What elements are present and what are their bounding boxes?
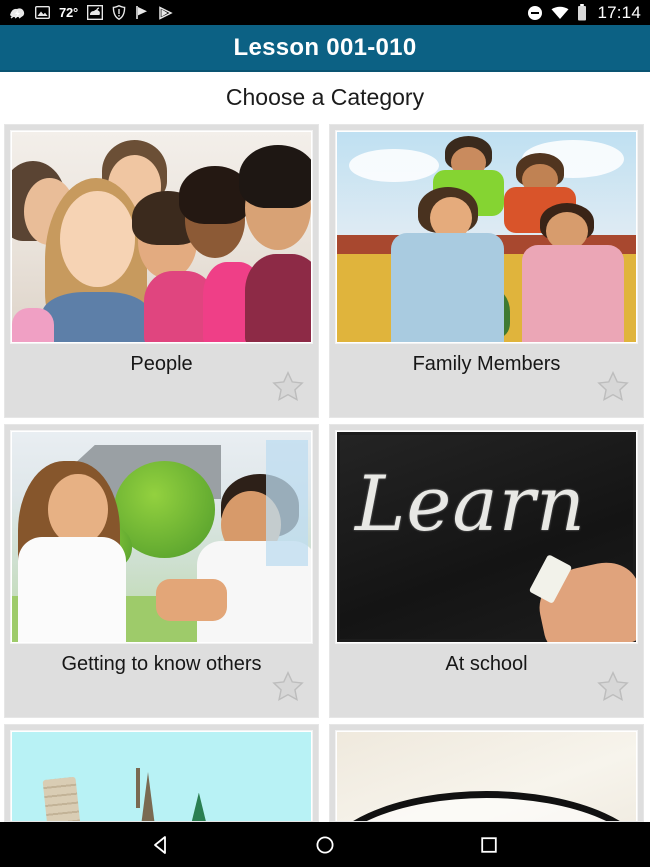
category-label: At school [445, 652, 528, 675]
recents-button[interactable] [472, 828, 506, 862]
category-thumbnail: Learn [335, 430, 638, 644]
category-thumbnail [10, 430, 313, 644]
warning-icon [112, 5, 126, 20]
category-card-family-members[interactable]: Family Members [329, 124, 644, 418]
status-bar-right-icons: 17:14 [527, 4, 641, 21]
category-grid[interactable]: People Family Members Getting to know ot… [0, 124, 650, 822]
favorite-star-icon[interactable] [271, 669, 305, 703]
back-button[interactable] [144, 828, 178, 862]
clock-label: 17:14 [597, 3, 641, 22]
category-label: Getting to know others [61, 652, 262, 675]
category-card-landmarks[interactable] [4, 724, 319, 822]
battery-icon [577, 4, 587, 21]
chalkboard-text: Learn [354, 458, 586, 548]
android-navigation-bar [0, 822, 650, 867]
share-icon [158, 5, 173, 20]
temperature-label: 72° [59, 5, 79, 20]
category-card-information[interactable]: INFORMATION [329, 724, 644, 822]
favorite-star-icon[interactable] [596, 369, 630, 403]
play-store-icon [135, 5, 149, 20]
home-button[interactable] [308, 828, 342, 862]
category-thumbnail [10, 730, 313, 821]
category-thumbnail: INFORMATION [335, 730, 638, 821]
page-title: Lesson 001-010 [233, 33, 417, 61]
category-card-getting-to-know-others[interactable]: Getting to know others [4, 424, 319, 718]
category-thumbnail [10, 130, 313, 344]
weather-cloud-icon [87, 5, 104, 20]
status-bar-left-icons: 72° [9, 5, 527, 20]
category-row: Getting to know others Learn At school [0, 424, 650, 718]
favorite-star-icon[interactable] [271, 369, 305, 403]
category-row: People Family Members [0, 124, 650, 418]
category-thumbnail [335, 130, 638, 344]
category-label: People [130, 352, 193, 375]
do-not-disturb-icon [527, 5, 543, 21]
weather-alert-icon [9, 5, 26, 20]
category-label: Family Members [412, 352, 561, 375]
status-bar: 72° 17:14 [0, 0, 650, 25]
category-row: INFORMATION [0, 724, 650, 822]
photo-icon [35, 6, 50, 19]
wifi-icon [551, 6, 569, 20]
app-title-bar: Lesson 001-010 [0, 25, 650, 70]
favorite-star-icon[interactable] [596, 669, 630, 703]
category-card-people[interactable]: People [4, 124, 319, 418]
choose-category-heading: Choose a Category [225, 83, 425, 110]
category-card-at-school[interactable]: Learn At school [329, 424, 644, 718]
